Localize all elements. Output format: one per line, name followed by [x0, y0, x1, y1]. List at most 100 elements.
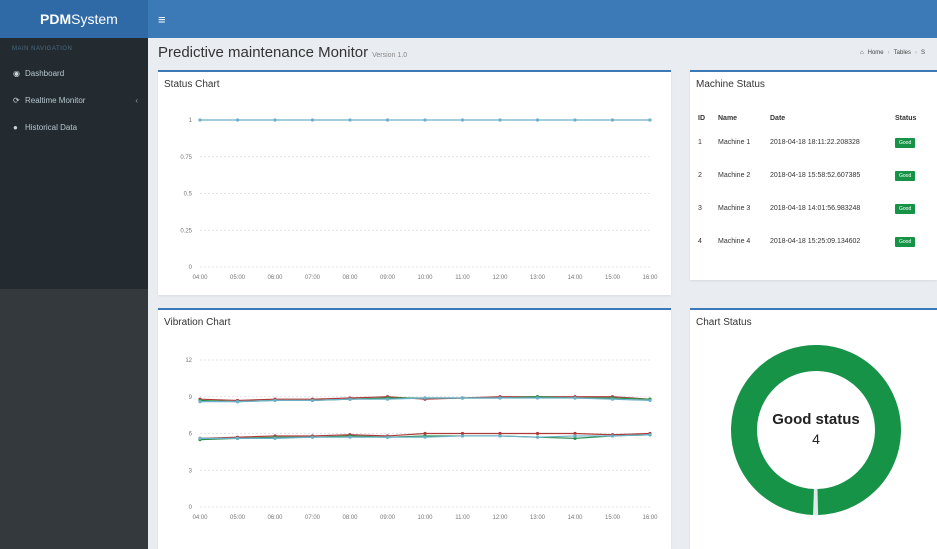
x-tick-label: 09:00 — [380, 515, 396, 521]
data-point[interactable] — [423, 118, 427, 122]
data-point[interactable] — [235, 118, 240, 122]
data-point[interactable] — [610, 434, 615, 438]
data-point[interactable] — [573, 396, 577, 400]
y-tick-label: 0 — [189, 265, 193, 271]
cell-date: 2018-04-18 14:01:56.983248 — [770, 205, 861, 212]
cell-name: Machine 3 — [718, 205, 751, 212]
data-point[interactable] — [460, 396, 465, 400]
column-header-id: ID — [698, 114, 705, 122]
y-tick-label: 1 — [189, 118, 193, 124]
machine-status-box: Machine Status ID Name Date Status 1 Mac… — [690, 70, 937, 280]
data-point[interactable] — [273, 436, 277, 440]
x-tick-label: 08:00 — [342, 515, 358, 521]
cell-name: Machine 2 — [718, 172, 751, 179]
data-point[interactable] — [648, 118, 652, 122]
y-tick-label: 12 — [185, 358, 192, 364]
data-point[interactable] — [310, 118, 315, 122]
data-point[interactable] — [535, 118, 540, 122]
data-point[interactable] — [423, 396, 427, 400]
data-point[interactable] — [385, 118, 390, 122]
brand-logo[interactable]: PDM System — [0, 0, 148, 38]
data-point[interactable] — [648, 433, 652, 437]
sidebar: MAIN NAVIGATION ◉ Dashboard ⟳ Realtime M… — [0, 38, 148, 289]
data-point[interactable] — [273, 118, 277, 122]
data-point[interactable] — [273, 398, 277, 403]
table-row: 3 Machine 3 2018-04-18 14:01:56.983248 G… — [698, 192, 930, 225]
machine-status-table: ID Name Date Status 1 Machine 1 2018-04-… — [698, 110, 930, 258]
x-tick-label: 09:00 — [380, 275, 396, 281]
vibration-chart-title: Vibration Chart — [164, 317, 231, 328]
chart-status-title: Chart Status — [696, 317, 752, 328]
data-point[interactable] — [310, 398, 315, 403]
data-point[interactable] — [198, 118, 202, 122]
x-tick-label: 07:00 — [305, 275, 321, 281]
data-point[interactable] — [348, 397, 352, 401]
data-point[interactable] — [610, 118, 615, 122]
table-row: 4 Machine 4 2018-04-18 15:25:09.134602 G… — [698, 225, 930, 258]
column-header-date: Date — [770, 114, 786, 122]
x-tick-label: 16:00 — [642, 275, 658, 281]
data-point[interactable] — [235, 436, 240, 440]
status-chart: 0 0.25 0.5 0.75 1 04:00 05:00 06:00 07:00 08:00 09… — [180, 118, 658, 281]
cell-id: 1 — [698, 139, 702, 146]
x-tick-label: 16:00 — [642, 515, 658, 521]
data-point[interactable] — [460, 434, 465, 438]
x-tick-label: 10:00 — [417, 515, 433, 521]
data-point[interactable] — [348, 118, 352, 122]
data-point[interactable] — [573, 118, 577, 122]
x-tick-label: 10:00 — [417, 275, 433, 281]
donut-good-slice[interactable] — [731, 345, 901, 515]
data-point[interactable] — [573, 434, 577, 438]
cell-id: 4 — [698, 238, 702, 245]
data-point[interactable] — [198, 400, 202, 404]
data-point[interactable] — [348, 435, 352, 439]
x-tick-label: 05:00 — [230, 275, 246, 281]
data-point[interactable] — [385, 435, 390, 439]
page-title-text: Predictive maintenance Monitor — [158, 44, 369, 61]
data-point[interactable] — [198, 436, 202, 440]
status-badge: Good — [895, 137, 916, 148]
breadcrumb-tables[interactable]: Tables — [894, 50, 911, 56]
data-point[interactable] — [235, 400, 240, 404]
status-chart-title: Status Chart — [164, 79, 220, 90]
machine-status-title: Machine Status — [696, 79, 765, 90]
data-point[interactable] — [610, 397, 615, 401]
data-point[interactable] — [535, 396, 540, 400]
breadcrumb-home[interactable]: Home — [868, 50, 884, 56]
y-tick-label: 6 — [189, 432, 193, 438]
y-tick-label: 3 — [189, 468, 193, 474]
data-point[interactable] — [648, 398, 652, 403]
cell-id: 3 — [698, 205, 702, 212]
y-tick-label: 0.5 — [184, 192, 193, 198]
sidebar-item-historical-data[interactable]: ● Historical Data — [0, 114, 148, 141]
menu-toggle-icon[interactable]: ≡ — [158, 12, 166, 27]
data-point[interactable] — [498, 396, 502, 400]
sidebar-item-dashboard[interactable]: ◉ Dashboard — [0, 60, 148, 87]
sidebar-item-realtime-monitor[interactable]: ⟳ Realtime Monitor ‹ — [0, 87, 148, 114]
x-tick-label: 05:00 — [230, 515, 246, 521]
x-tick-label: 13:00 — [530, 515, 546, 521]
breadcrumb-separator: › — [887, 50, 890, 56]
data-point[interactable] — [423, 435, 427, 439]
data-point[interactable] — [535, 435, 540, 439]
top-navbar: PDM System ≡ — [0, 0, 937, 38]
x-tick-label: 14:00 — [567, 275, 583, 281]
data-point[interactable] — [498, 434, 502, 438]
table-row: 2 Machine 2 2018-04-18 15:58:52.607385 G… — [698, 159, 930, 192]
dashboard-icon: ◉ — [13, 69, 20, 78]
data-point[interactable] — [310, 435, 315, 439]
breadcrumb-current: S — [920, 50, 925, 56]
breadcrumb-separator: › — [914, 50, 917, 56]
x-tick-label: 13:00 — [530, 275, 546, 281]
x-tick-label: 08:00 — [342, 275, 358, 281]
chart-status-box: Chart Status Good status 4 — [690, 308, 937, 549]
x-tick-label: 04:00 — [192, 515, 208, 521]
data-point[interactable] — [535, 431, 540, 436]
donut-label: Good status — [772, 411, 860, 428]
data-point[interactable] — [385, 397, 390, 401]
status-badge: Good — [895, 236, 916, 247]
x-tick-label: 12:00 — [492, 275, 508, 281]
data-point[interactable] — [460, 118, 465, 122]
x-tick-label: 07:00 — [305, 515, 321, 521]
data-point[interactable] — [498, 118, 502, 122]
